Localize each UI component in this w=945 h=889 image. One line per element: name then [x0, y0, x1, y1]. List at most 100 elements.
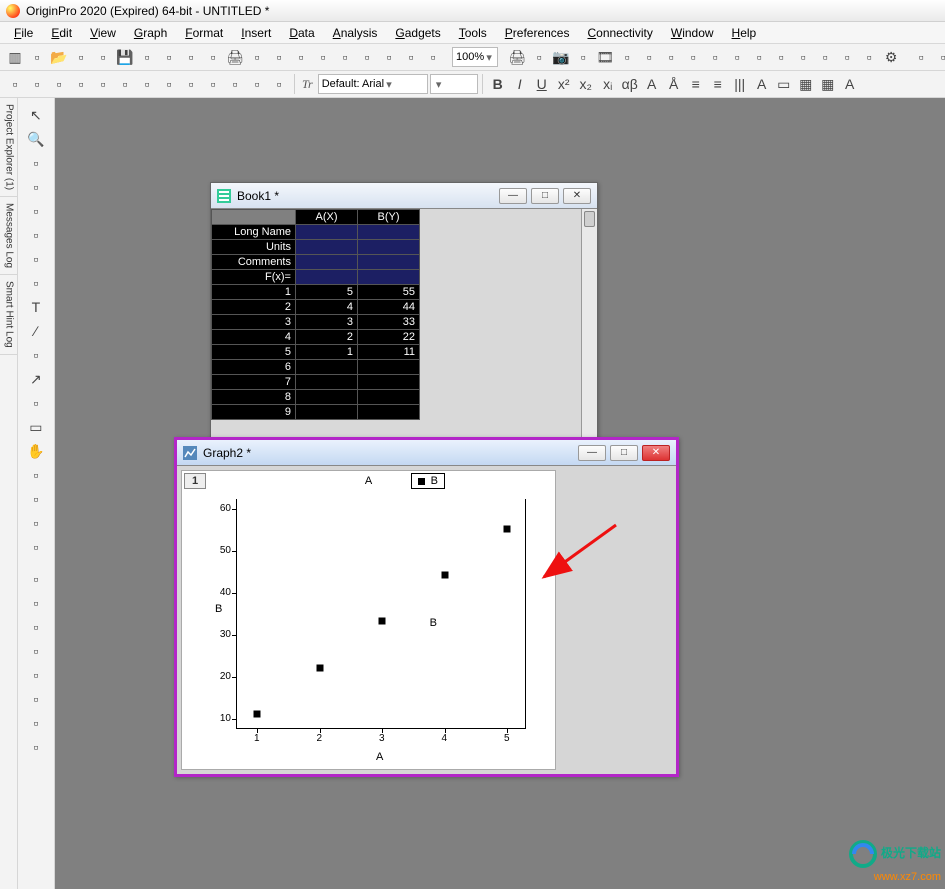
cut-icon[interactable]: ▫	[224, 73, 246, 95]
palette3-icon[interactable]: ▫	[23, 616, 49, 638]
format-btn-6[interactable]: αβ	[619, 73, 641, 95]
menu-window[interactable]: Window	[663, 24, 722, 42]
draw-icon[interactable]: ▫	[23, 488, 49, 510]
zoom-in-icon[interactable]: 🔍	[23, 128, 49, 150]
book1-titlebar[interactable]: Book1 * — □ ✕	[211, 183, 597, 209]
reader-icon[interactable]: ▫	[23, 152, 49, 174]
film-icon[interactable]: 🎞	[594, 46, 616, 68]
m1-icon[interactable]: ▫	[70, 73, 92, 95]
cascade-icon[interactable]: ▫	[312, 46, 334, 68]
data-point[interactable]	[316, 664, 323, 671]
p3-icon[interactable]: ▫	[422, 46, 444, 68]
row-index[interactable]: 4	[212, 330, 296, 345]
cell[interactable]	[358, 255, 420, 270]
p2-icon[interactable]: ▫	[400, 46, 422, 68]
tile-icon[interactable]: ▫	[290, 46, 312, 68]
menu-tools[interactable]: Tools	[451, 24, 495, 42]
axis-icon[interactable]: ▫	[638, 46, 660, 68]
grid-icon[interactable]: ▫	[23, 688, 49, 710]
cell[interactable]: 5	[296, 285, 358, 300]
star-icon[interactable]: ▫	[23, 664, 49, 686]
font-combo[interactable]: Default: Arial▾	[318, 74, 428, 94]
graph-page[interactable]: 1 A B 10203040506012345 B B A	[181, 470, 556, 770]
line-tool-icon[interactable]: ▫	[23, 392, 49, 414]
menu-preferences[interactable]: Preferences	[497, 24, 578, 42]
cell[interactable]	[358, 240, 420, 255]
cell[interactable]: 4	[296, 300, 358, 315]
data-point[interactable]	[504, 526, 511, 533]
m7-icon[interactable]: ▫	[202, 73, 224, 95]
menu-insert[interactable]: Insert	[233, 24, 279, 42]
row-label-3[interactable]: F(x)=	[212, 270, 296, 285]
cell[interactable]	[358, 390, 420, 405]
m2-icon[interactable]: ▫	[92, 73, 114, 95]
row-index[interactable]: 1	[212, 285, 296, 300]
maximize-button[interactable]: □	[610, 445, 638, 461]
worksheet-icon[interactable]: ▫	[23, 736, 49, 758]
redo-icon[interactable]: ▫	[48, 73, 70, 95]
bucket-icon[interactable]: ▫	[23, 512, 49, 534]
cell[interactable]	[296, 375, 358, 390]
p1-icon[interactable]: ▫	[378, 46, 400, 68]
cell[interactable]: 33	[358, 315, 420, 330]
maximize-button[interactable]: □	[531, 188, 559, 204]
app-icon[interactable]: ▫	[246, 46, 268, 68]
cell[interactable]: 1	[296, 345, 358, 360]
cell[interactable]	[358, 360, 420, 375]
corner-cell[interactable]	[212, 210, 296, 225]
tab-project-explorer[interactable]: Project Explorer (1)	[0, 98, 17, 197]
data-point[interactable]	[379, 618, 386, 625]
copy-icon[interactable]: ▫	[246, 73, 268, 95]
row-index[interactable]: 3	[212, 315, 296, 330]
data-display-icon[interactable]: ▫	[23, 200, 49, 222]
m4-icon[interactable]: ▫	[136, 73, 158, 95]
cell[interactable]	[358, 225, 420, 240]
menu-analysis[interactable]: Analysis	[325, 24, 386, 42]
cell[interactable]: 11	[358, 345, 420, 360]
rescale-icon[interactable]: ▫	[616, 46, 638, 68]
cell[interactable]: 55	[358, 285, 420, 300]
arrow-icon[interactable]: ↗	[23, 368, 49, 390]
refresh-icon[interactable]: ▫	[268, 46, 290, 68]
graph2-titlebar[interactable]: Graph2 * — □ ✕	[177, 440, 676, 466]
fontsize-combo[interactable]: ▾	[430, 74, 478, 94]
d4-icon[interactable]: ▫	[836, 46, 858, 68]
new-project-icon[interactable]: ▥	[4, 46, 26, 68]
menu-connectivity[interactable]: Connectivity	[579, 24, 660, 42]
row-index[interactable]: 2	[212, 300, 296, 315]
menu-data[interactable]: Data	[281, 24, 322, 42]
window-book1[interactable]: Book1 * — □ ✕ A(X)B(Y)Long NameUnitsComm…	[210, 182, 598, 452]
legend[interactable]: B	[411, 473, 445, 489]
row-index[interactable]: 7	[212, 375, 296, 390]
m6-icon[interactable]: ▫	[180, 73, 202, 95]
new-layout-icon[interactable]: ▫	[202, 46, 224, 68]
cell[interactable]	[296, 360, 358, 375]
cell[interactable]	[296, 270, 358, 285]
format-btn-0[interactable]: B	[487, 73, 509, 95]
pan2-icon[interactable]: ▫	[23, 248, 49, 270]
zoom-combo[interactable]: 100%▾	[452, 47, 498, 67]
plot-area[interactable]: 10203040506012345	[236, 499, 526, 729]
format-btn-13[interactable]: ▭	[773, 73, 795, 95]
format-btn-10[interactable]: ≡	[707, 73, 729, 95]
cell[interactable]	[296, 390, 358, 405]
menu-graph[interactable]: Graph	[126, 24, 175, 42]
duplicate-icon[interactable]: ▫	[334, 46, 356, 68]
row-index[interactable]: 8	[212, 390, 296, 405]
menu-gadgets[interactable]: Gadgets	[387, 24, 448, 42]
tab-messages-log[interactable]: Messages Log	[0, 197, 17, 275]
format-btn-4[interactable]: x₂	[575, 73, 597, 95]
format-btn-7[interactable]: A	[641, 73, 663, 95]
pointer-icon[interactable]: ↖	[23, 104, 49, 126]
batch-icon[interactable]: ▫	[858, 46, 880, 68]
format-btn-12[interactable]: A	[751, 73, 773, 95]
restore-icon[interactable]: ▫	[4, 73, 26, 95]
col-header-0[interactable]: A(X)	[296, 210, 358, 225]
table-icon[interactable]: ▫	[23, 640, 49, 662]
crosshair-icon[interactable]: ▫	[23, 176, 49, 198]
row-index[interactable]: 6	[212, 360, 296, 375]
legend-icon[interactable]: ▫	[660, 46, 682, 68]
camera-icon[interactable]: 📷	[550, 46, 572, 68]
addlayer-icon[interactable]: ▫	[704, 46, 726, 68]
data-point[interactable]	[441, 572, 448, 579]
